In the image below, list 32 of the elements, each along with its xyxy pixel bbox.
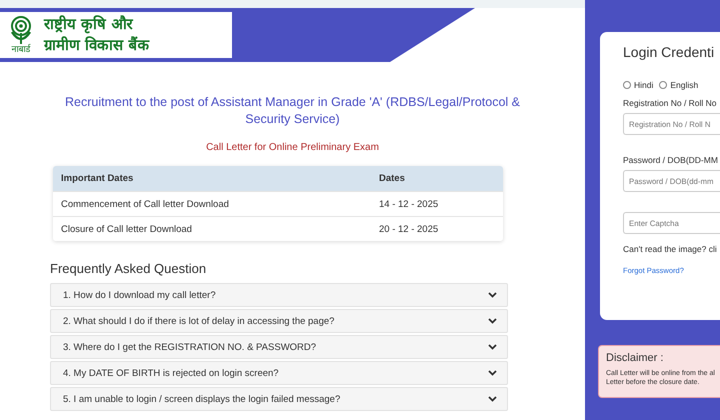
faq-item[interactable]: 1. How do I download my call letter?	[50, 283, 508, 307]
disclaimer-title: Disclaimer :	[606, 352, 664, 364]
faq-item[interactable]: 3. Where do I get the REGISTRATION NO. & PASSWORD?	[50, 335, 508, 359]
table-cell-text: 20 - 12 - 2025	[378, 224, 440, 234]
bank-name: राष्ट्रीय कृषि और	[44, 14, 134, 35]
faq-item[interactable]: 4. My DATE OF BIRTH is rejected on login screen?	[50, 361, 508, 385]
bank-name: ग्रामीण विकास बैंक	[44, 35, 150, 56]
login-title: Login Credenti	[623, 44, 716, 60]
page-title: Recruitment to the post of Assistant Manager in Grade 'A' (RDBS/Legal/Protocol & Security Service)	[64, 94, 521, 128]
logo-icon	[8, 16, 34, 46]
column-header: Dates	[378, 173, 406, 184]
language-radio[interactable]: Hindi	[623, 80, 654, 90]
language-radio[interactable]: English	[659, 80, 698, 90]
chevron-down-icon	[488, 370, 497, 376]
faq-item[interactable]: 2. What should I do if there is lot of delay in accessing the page?	[50, 309, 508, 333]
chevron-down-icon	[488, 318, 497, 324]
chevron-down-icon	[488, 344, 497, 350]
logo-caption: नाबार्ड	[12, 46, 30, 54]
table-cell-text: 14 - 12 - 2025	[378, 198, 440, 210]
table-cell-text: Closure of Call letter Download	[60, 224, 193, 234]
radio-icon[interactable]	[623, 81, 631, 89]
column-header: Important Dates	[60, 173, 134, 184]
page-subtitle: Call Letter for Online Preliminary Exam	[205, 142, 380, 153]
chevron-down-icon	[488, 292, 497, 298]
field-label: Password / DOB(DD-MM	[623, 155, 719, 165]
faq-heading: Frequently Asked Question	[50, 261, 208, 276]
faq-item[interactable]: 5. I am unable to login / screen displays the login failed message?	[50, 387, 508, 411]
table-cell-text: Commencement of Call letter Download	[60, 198, 230, 210]
radio-icon[interactable]	[659, 81, 668, 89]
captcha-hint: Can't read the image? cli	[623, 244, 718, 254]
field-label: Registration No / Roll No	[623, 98, 718, 108]
chevron-down-icon	[488, 396, 497, 402]
